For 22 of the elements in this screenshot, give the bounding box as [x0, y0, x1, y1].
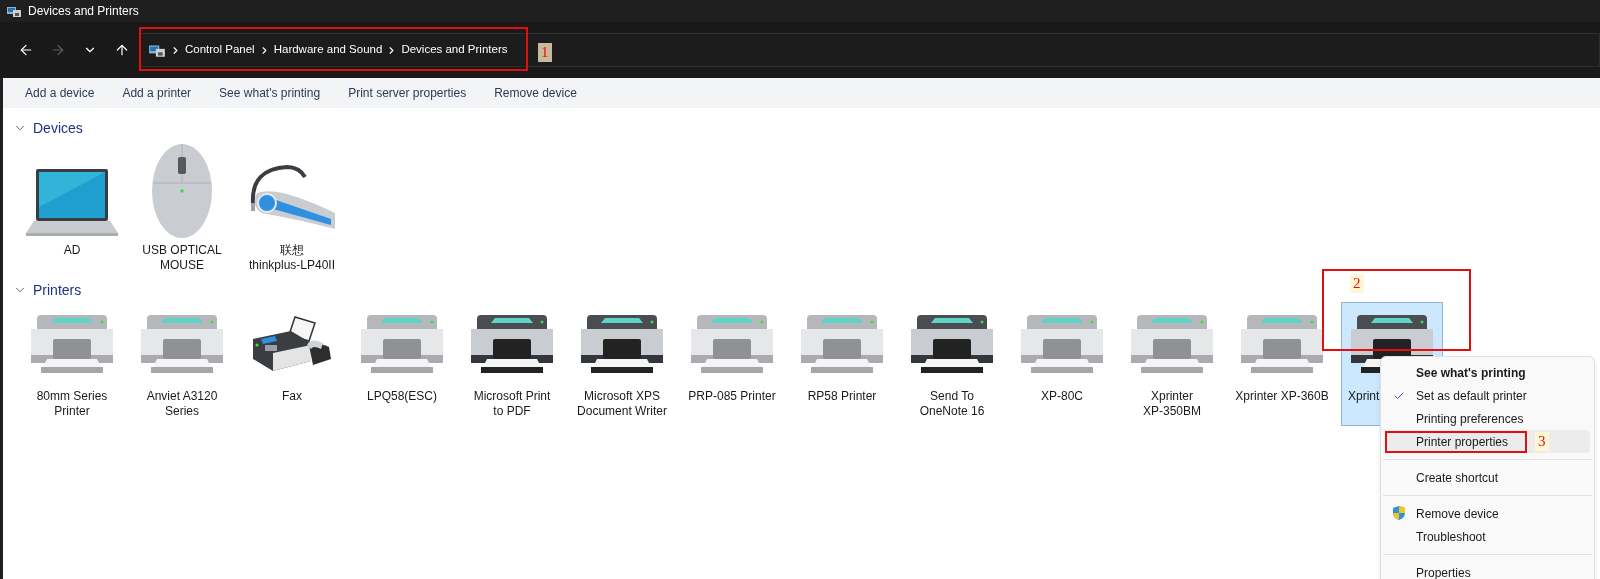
device-label: Send To OneNote 16	[919, 389, 985, 419]
device-label: AD	[63, 243, 81, 258]
device-label: Fax	[282, 389, 302, 404]
annotation-number: 1	[538, 43, 552, 62]
section-header: Devices	[33, 118, 83, 138]
window-title: Devices and Printers	[28, 3, 139, 20]
device-label: Anviet A3120 Series	[146, 389, 218, 419]
device-label: PRP-085 Printer	[688, 389, 776, 404]
annotation-number: 2	[1350, 274, 1364, 293]
device-label: Xprinter XP-350BM	[1143, 389, 1201, 419]
device-label: 联想 thinkplus-LP40II	[248, 243, 336, 273]
device-label: RP58 Printer	[807, 389, 877, 404]
device-label: 80mm Series Printer	[36, 389, 108, 419]
device-label: Microsoft XPS Document Writer	[577, 389, 667, 419]
device-label: USB OPTICAL MOUSE	[142, 243, 222, 273]
device-label: Xprint	[1347, 389, 1380, 404]
device-label: XP-80C	[1041, 389, 1083, 404]
device-label: Microsoft Print to PDF	[473, 389, 551, 419]
device-label: LPQ58(ESC)	[367, 389, 437, 404]
section-header: Printers	[33, 280, 82, 300]
device-label: Xprinter XP-360B	[1235, 389, 1329, 404]
annotation-number: 3	[1535, 432, 1549, 451]
